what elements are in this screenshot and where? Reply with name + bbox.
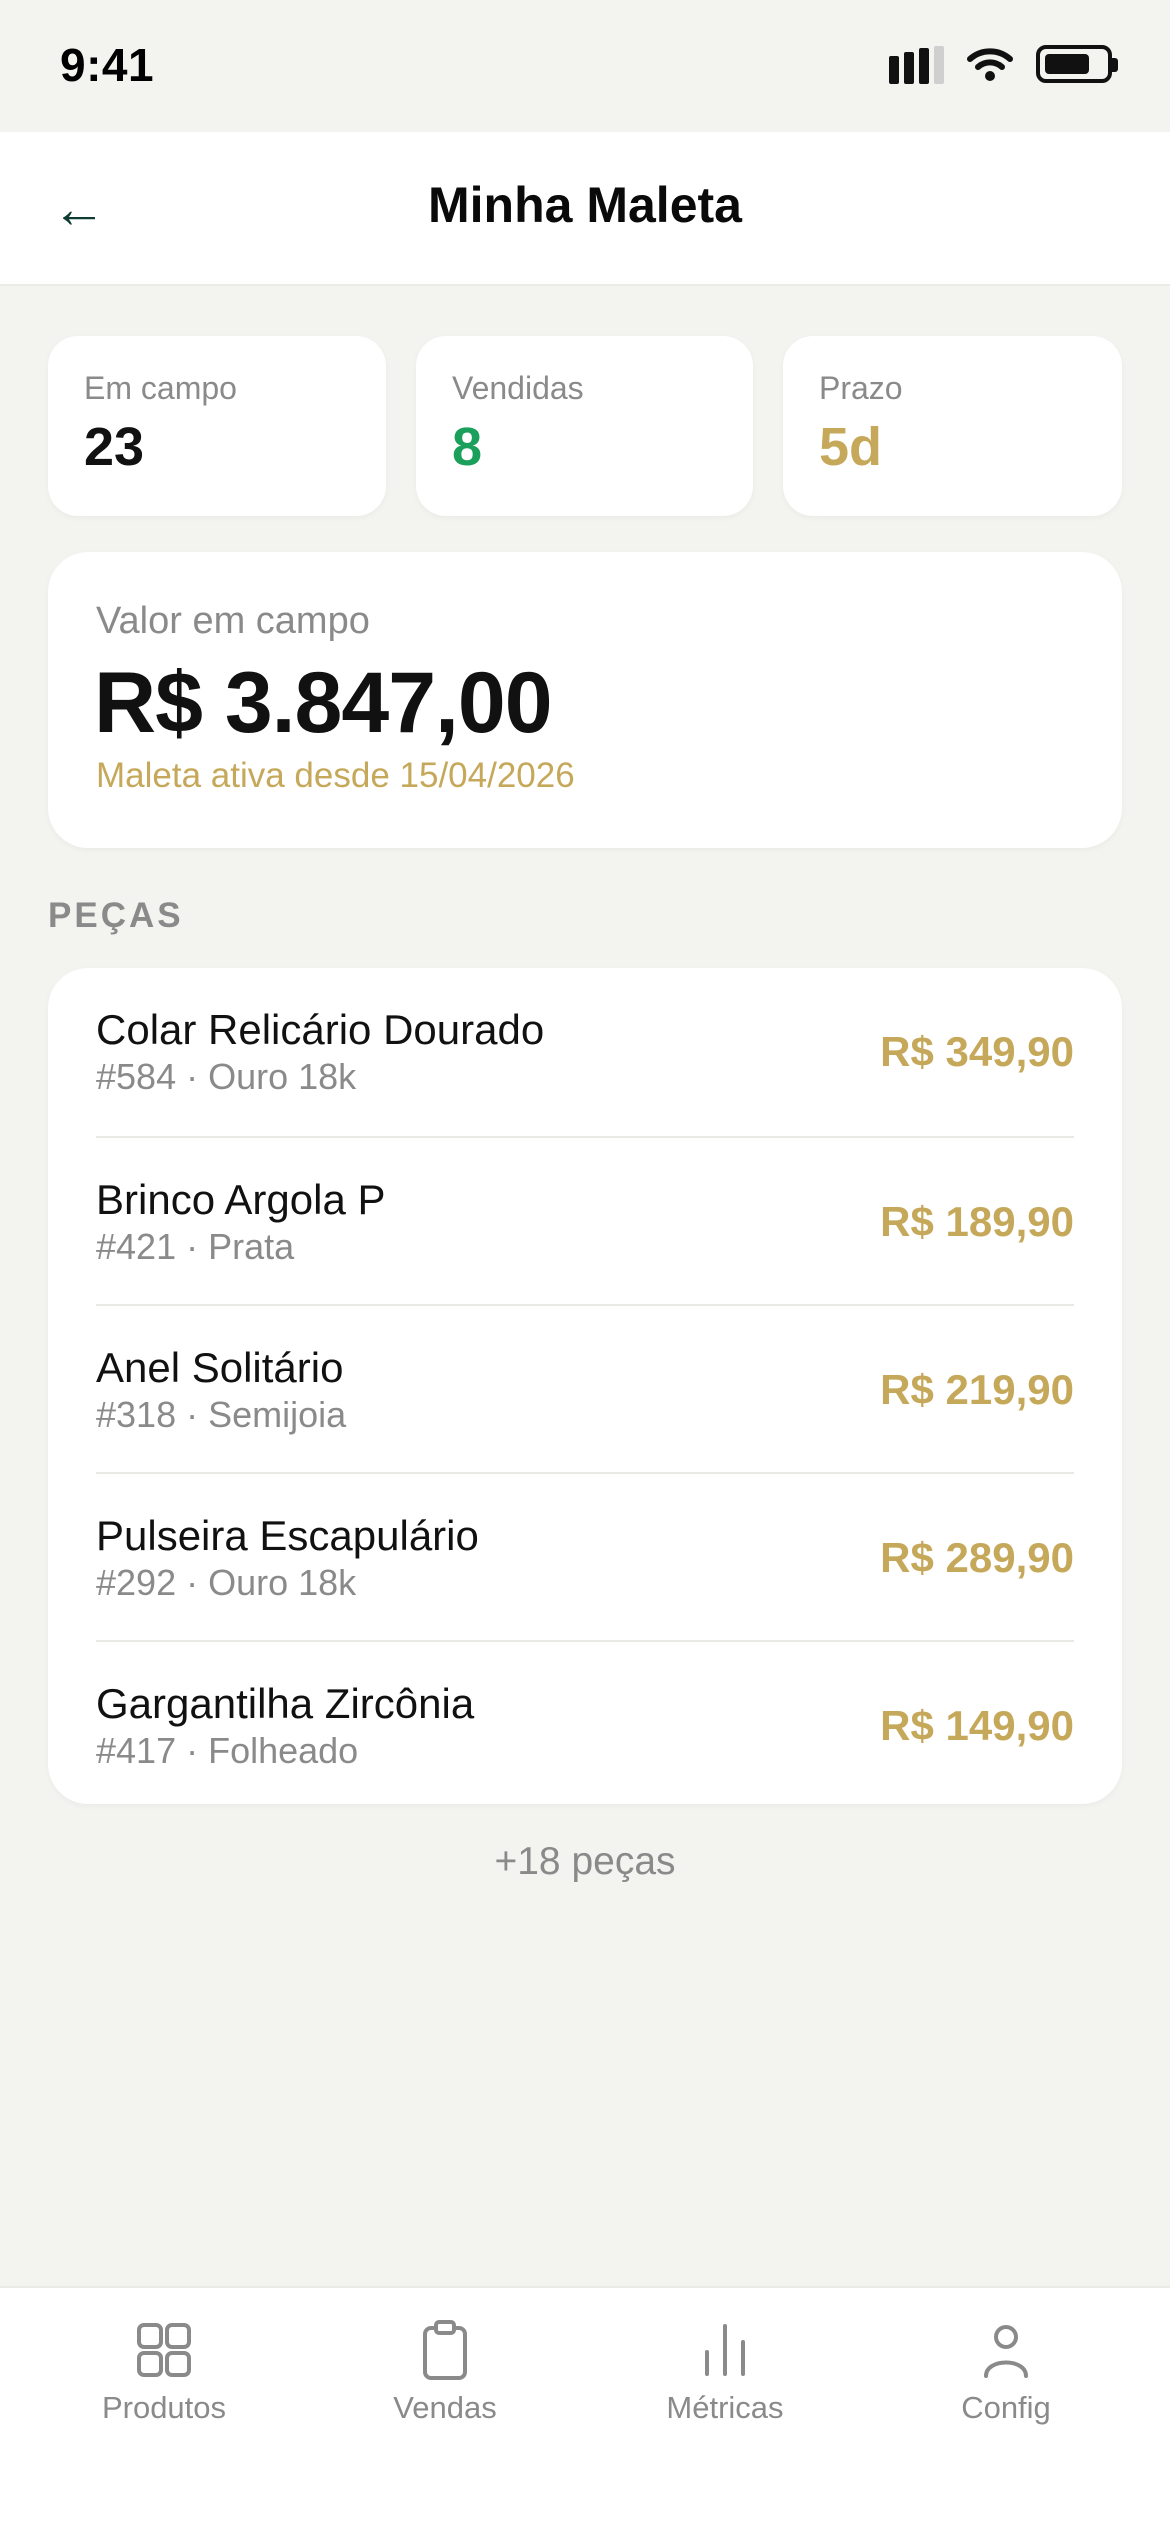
- item-name: Colar Relicário Dourado: [96, 1006, 545, 1053]
- status-time: 9:41: [60, 39, 155, 91]
- wifi-icon: [967, 48, 1013, 81]
- cellular-signal-icon: [889, 44, 944, 84]
- item-price: R$ 219,90: [880, 1366, 1074, 1413]
- tab-label: Config: [961, 2390, 1051, 2425]
- stat-label: Vendidas: [452, 370, 584, 406]
- item-price: R$ 349,90: [880, 1028, 1074, 1075]
- tab-metricas[interactable]: Métricas: [605, 2318, 845, 2426]
- summary-subtitle: Maleta ativa desde 15/04/2026: [96, 756, 575, 795]
- item-meta: #292 · Ouro 18k: [96, 1562, 357, 1603]
- item-price: R$ 289,90: [880, 1534, 1074, 1581]
- user-icon: [984, 2325, 1028, 2378]
- tab-bar: Produtos Vendas Métricas Config: [0, 2286, 1170, 2532]
- tab-vendas[interactable]: Vendas: [325, 2318, 565, 2426]
- stat-label: Prazo: [819, 370, 903, 406]
- page-title: Minha Maleta: [428, 177, 742, 233]
- item-meta: #318 · Semijoia: [96, 1394, 347, 1435]
- pieces-list: Colar Relicário Dourado #584 · Ouro 18k …: [48, 968, 1122, 1804]
- nav-header: ← Minha Maleta: [0, 132, 1170, 286]
- stat-value: 23: [84, 417, 145, 477]
- item-name: Brinco Argola P: [96, 1176, 386, 1223]
- list-item[interactable]: Pulseira Escapulário #292 · Ouro 18k R$ …: [96, 1472, 1074, 1640]
- list-item[interactable]: Gargantilha Zircônia #417 · Folheado R$ …: [96, 1640, 1074, 1808]
- section-title: PEÇAS: [48, 896, 184, 935]
- item-name: Pulseira Escapulário: [96, 1512, 479, 1559]
- item-meta: #417 · Folheado: [96, 1730, 359, 1771]
- list-item[interactable]: Brinco Argola P #421 · Prata R$ 189,90: [96, 1136, 1074, 1304]
- stat-card-vendidas: Vendidas 8: [416, 336, 753, 516]
- tab-label: Vendas: [393, 2390, 497, 2425]
- battery-icon: [1036, 45, 1118, 83]
- grid-icon: [137, 2323, 191, 2377]
- tab-config[interactable]: Config: [886, 2318, 1126, 2426]
- stat-label: Em campo: [84, 370, 237, 406]
- item-price: R$ 149,90: [880, 1702, 1074, 1749]
- clipboard-icon: [423, 2320, 467, 2380]
- item-name: Anel Solitário: [96, 1344, 344, 1391]
- summary-card: Valor em campo R$ 3.847,00 Maleta ativa …: [48, 552, 1122, 848]
- stat-value: 8: [452, 417, 483, 477]
- item-name: Gargantilha Zircônia: [96, 1680, 475, 1727]
- stat-card-em-campo: Em campo 23: [48, 336, 386, 516]
- status-bar: 9:41: [0, 0, 1170, 132]
- more-items-link[interactable]: +18 peças: [0, 1840, 1170, 1884]
- tab-produtos[interactable]: Produtos: [44, 2318, 284, 2426]
- tab-label: Métricas: [666, 2390, 784, 2425]
- bar-chart-icon: [705, 2324, 745, 2376]
- summary-label: Valor em campo: [96, 600, 370, 642]
- list-item[interactable]: Colar Relicário Dourado #584 · Ouro 18k …: [96, 968, 1074, 1136]
- list-item[interactable]: Anel Solitário #318 · Semijoia R$ 219,90: [96, 1304, 1074, 1472]
- item-meta: #584 · Ouro 18k: [96, 1056, 357, 1097]
- stat-card-prazo: Prazo 5d: [783, 336, 1122, 516]
- item-price: R$ 189,90: [880, 1198, 1074, 1245]
- stat-value: 5d: [819, 417, 883, 477]
- tab-label: Produtos: [101, 2390, 227, 2425]
- status-icons: [889, 44, 1118, 84]
- item-meta: #421 · Prata: [96, 1226, 295, 1267]
- summary-value: R$ 3.847,00: [94, 655, 553, 751]
